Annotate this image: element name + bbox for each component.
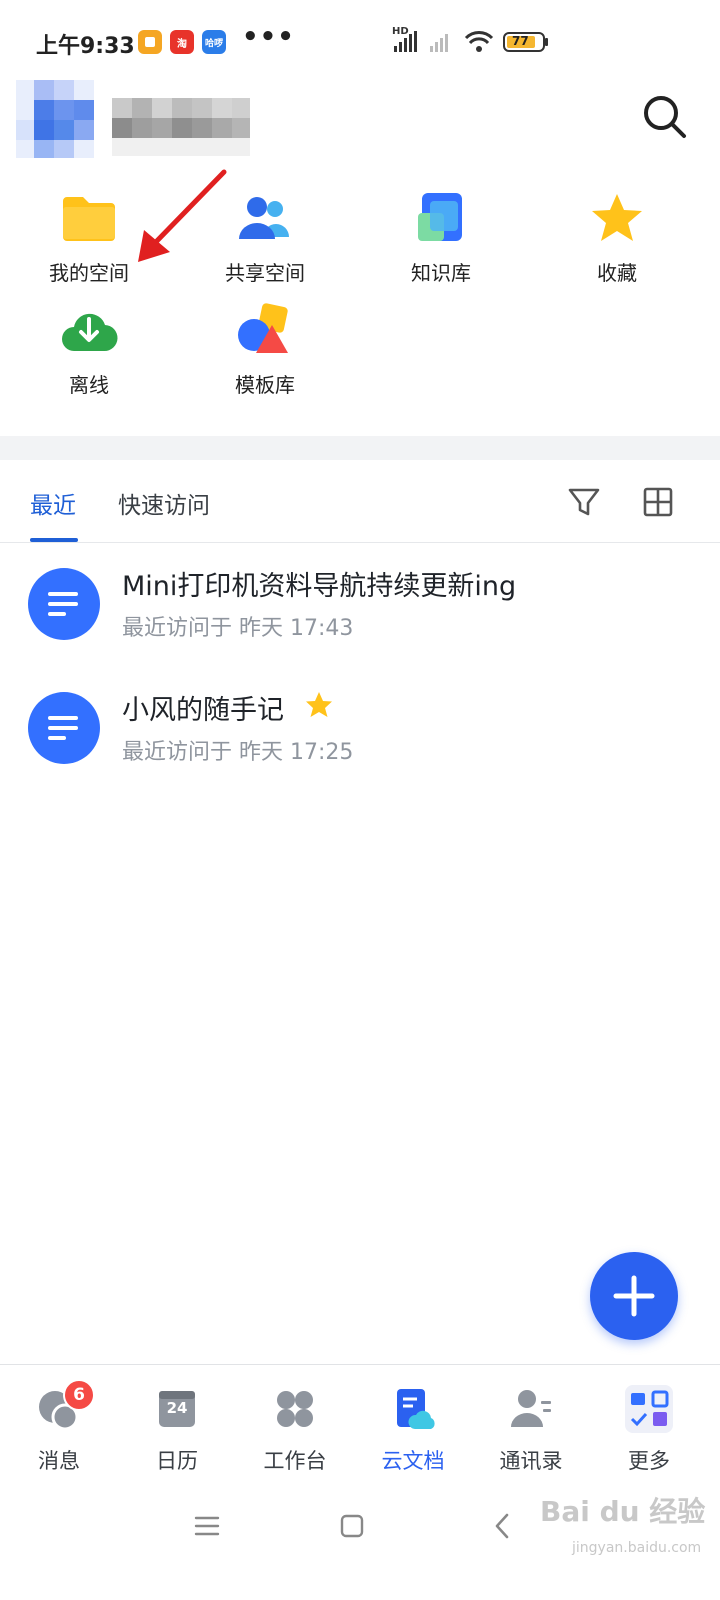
- haluo-app-icon: 哈啰: [202, 30, 226, 54]
- document-last-visited: 最近访问于 昨天 17:43: [122, 616, 354, 641]
- back-icon[interactable]: [492, 1512, 512, 1540]
- shortcut-offline[interactable]: 离线: [14, 298, 164, 398]
- section-divider: [0, 436, 720, 460]
- more-apps-icon: [625, 1385, 673, 1433]
- create-button[interactable]: [590, 1252, 678, 1340]
- starred-icon: [306, 692, 332, 717]
- battery-level: 77: [512, 34, 529, 48]
- cloud-doc-icon: [389, 1385, 437, 1433]
- nav-calendar[interactable]: 24 日历: [118, 1385, 236, 1485]
- list-item[interactable]: 小风的随手记 最近访问于 昨天 17:25: [0, 678, 720, 798]
- document-title: 小风的随手记: [122, 695, 284, 726]
- calendar-icon: 24: [153, 1385, 201, 1433]
- home-icon[interactable]: [340, 1514, 364, 1538]
- tab-recent[interactable]: 最近: [30, 486, 76, 520]
- calendar-day: 24: [166, 1399, 188, 1417]
- nav-label: 通讯录: [499, 1449, 563, 1473]
- nav-label: 消息: [38, 1449, 80, 1473]
- shortcut-favorites[interactable]: 收藏: [542, 186, 692, 286]
- nav-workbench[interactable]: 工作台: [236, 1385, 354, 1485]
- more-notifications-icon: •••: [242, 22, 295, 52]
- notes-app-icon: [138, 30, 162, 54]
- nav-messages[interactable]: 6 消息: [0, 1379, 118, 1485]
- shortcut-knowledge-base[interactable]: 知识库: [366, 186, 516, 286]
- document-icon: [28, 692, 100, 764]
- grid-view-icon[interactable]: [640, 484, 676, 520]
- shortcut-label: 共享空间: [225, 261, 305, 285]
- shortcut-templates[interactable]: 模板库: [190, 298, 340, 398]
- people-icon: [233, 186, 297, 249]
- username-pixelated: [112, 98, 250, 156]
- workbench-icon: [271, 1385, 319, 1433]
- document-last-visited: 最近访问于 昨天 17:25: [122, 740, 354, 765]
- shortcut-label: 知识库: [411, 261, 471, 285]
- watermark-url: jingyan.baidu.com: [572, 1540, 702, 1556]
- nav-contacts[interactable]: 通讯录: [472, 1385, 590, 1485]
- tab-bar: 最近 快速访问: [0, 460, 720, 543]
- status-bar: 上午9:33 淘 哈啰 ••• HD 77: [0, 0, 720, 84]
- shortcut-label: 模板库: [235, 373, 295, 397]
- network-label: HD: [392, 26, 409, 37]
- nav-more[interactable]: 更多: [590, 1385, 708, 1485]
- template-icon: [233, 298, 297, 361]
- nav-cloud-docs[interactable]: 云文档: [354, 1385, 472, 1485]
- chat-icon: 6: [35, 1379, 95, 1433]
- shortcut-label: 收藏: [597, 261, 637, 285]
- tab-quick-access[interactable]: 快速访问: [118, 486, 210, 520]
- list-item[interactable]: Mini打印机资料导航持续更新ing 最近访问于 昨天 17:43: [0, 554, 720, 674]
- star-icon: [585, 186, 649, 249]
- unread-badge: 6: [63, 1379, 95, 1411]
- watermark-logo: Bai du 经验: [540, 1495, 706, 1528]
- status-time: 上午9:33: [36, 34, 135, 59]
- contacts-icon: [507, 1385, 555, 1433]
- nav-label: 工作台: [263, 1449, 327, 1473]
- avatar[interactable]: [16, 80, 94, 158]
- document-title: Mini打印机资料导航持续更新ing: [122, 571, 517, 602]
- nav-label: 云文档: [381, 1449, 445, 1473]
- folder-icon: [57, 186, 121, 249]
- nav-label: 更多: [628, 1449, 670, 1473]
- tab-indicator: [30, 538, 78, 542]
- menu-icon[interactable]: [194, 1514, 220, 1538]
- document-icon: [28, 568, 100, 640]
- taobao-app-icon: 淘: [170, 30, 194, 54]
- bottom-nav: 6 消息 24 日历 工作台 云文档 通讯录 更多: [0, 1364, 720, 1485]
- plus-icon: [613, 1275, 655, 1317]
- nav-label: 日历: [156, 1449, 198, 1473]
- cloud-download-icon: [57, 298, 121, 361]
- knowledge-base-icon: [409, 186, 473, 249]
- search-icon[interactable]: [640, 92, 688, 140]
- shortcut-label: 离线: [69, 373, 109, 397]
- shortcut-label: 我的空间: [49, 261, 129, 285]
- annotation-arrow-icon: [138, 169, 227, 262]
- filter-icon[interactable]: [566, 484, 602, 520]
